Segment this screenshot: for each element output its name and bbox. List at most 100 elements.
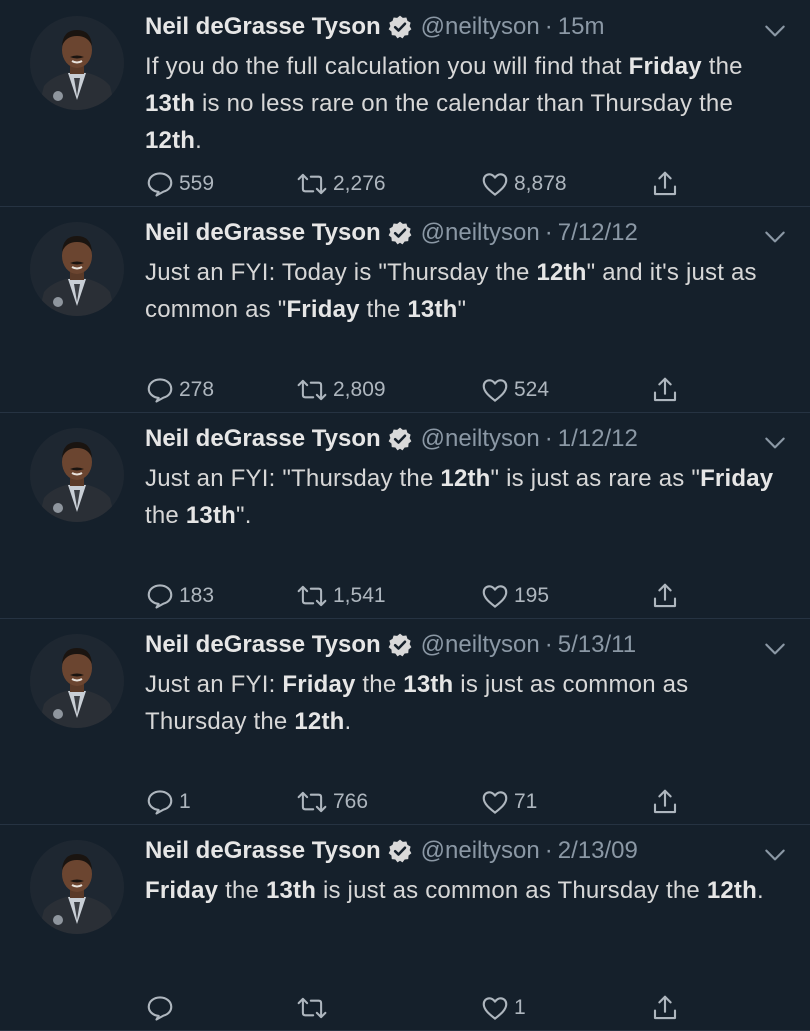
separator-dot: · bbox=[544, 631, 553, 658]
author-handle[interactable]: @neiltyson bbox=[421, 837, 540, 865]
separator-dot: · bbox=[544, 13, 553, 40]
reply-button[interactable]: 559 bbox=[145, 166, 214, 202]
tweet-text-bold: 12th bbox=[145, 127, 196, 154]
like-button[interactable]: 195 bbox=[480, 578, 549, 614]
tweet[interactable]: Neil deGrasse Tyson @neiltyson · 15m If … bbox=[0, 0, 810, 207]
author-name[interactable]: Neil deGrasse Tyson bbox=[145, 631, 381, 659]
share-button[interactable] bbox=[650, 166, 680, 202]
heart-outline-icon bbox=[480, 169, 510, 199]
tweet-timestamp[interactable]: 2/13/09 bbox=[558, 837, 638, 865]
tweet-text-bold: Friday bbox=[145, 877, 219, 904]
like-button[interactable]: 71 bbox=[480, 784, 537, 820]
tweet-text-bold: Friday bbox=[628, 53, 702, 80]
reply-button[interactable]: 1 bbox=[145, 784, 191, 820]
reply-button[interactable]: 278 bbox=[145, 372, 214, 408]
reply-button[interactable]: 183 bbox=[145, 578, 214, 614]
like-button[interactable]: 524 bbox=[480, 372, 549, 408]
tweet-text-segment: Just an FYI: "Thursday the bbox=[145, 465, 441, 492]
avatar[interactable] bbox=[30, 840, 124, 934]
retweet-arrows-icon bbox=[295, 993, 329, 1023]
avatar[interactable] bbox=[30, 428, 124, 522]
tweet-text-bold: 12th bbox=[706, 877, 757, 904]
heart-outline-icon bbox=[480, 787, 510, 817]
like-count: 1 bbox=[514, 996, 526, 1019]
tweet-text-bold: 13th bbox=[407, 296, 458, 323]
tweet-text-segment: is just as common as Thursday the bbox=[316, 877, 707, 904]
upload-arrow-icon bbox=[650, 169, 680, 199]
heart-outline-icon bbox=[480, 581, 510, 611]
tweet-text-segment: the bbox=[359, 296, 408, 323]
share-button[interactable] bbox=[650, 784, 680, 820]
chevron-down-icon[interactable] bbox=[762, 842, 788, 868]
tweet-timestamp[interactable]: 1/12/12 bbox=[558, 425, 638, 453]
tweet[interactable]: Neil deGrasse Tyson @neiltyson · 5/13/11… bbox=[0, 618, 810, 825]
tweet-text-segment: ". bbox=[236, 502, 252, 529]
tweet-header: Neil deGrasse Tyson @neiltyson · 1/12/12 bbox=[145, 422, 638, 456]
retweet-button[interactable]: 2,809 bbox=[295, 372, 386, 408]
tweet[interactable]: Neil deGrasse Tyson @neiltyson · 1/12/12… bbox=[0, 412, 810, 619]
avatar[interactable] bbox=[30, 634, 124, 728]
tweet-timestamp[interactable]: 5/13/11 bbox=[558, 631, 636, 659]
retweet-button[interactable]: 1,541 bbox=[295, 578, 386, 614]
author-name[interactable]: Neil deGrasse Tyson bbox=[145, 425, 381, 453]
like-button[interactable]: 1 bbox=[480, 990, 526, 1026]
reply-count: 559 bbox=[179, 172, 215, 195]
tweet-header: Neil deGrasse Tyson @neiltyson · 2/13/09 bbox=[145, 834, 638, 868]
tweet-text-bold: 12th bbox=[536, 259, 587, 286]
tweet-actions: 1 bbox=[145, 990, 705, 1026]
reply-count: 183 bbox=[179, 584, 215, 607]
author-name[interactable]: Neil deGrasse Tyson bbox=[145, 13, 381, 41]
chevron-down-icon[interactable] bbox=[762, 636, 788, 662]
tweet-text: Just an FYI: "Thursday the 12th" is just… bbox=[145, 460, 775, 534]
avatar[interactable] bbox=[30, 16, 124, 110]
tweet-text-segment: If you do the full calculation you will … bbox=[145, 53, 629, 80]
avatar[interactable] bbox=[30, 222, 124, 316]
chevron-down-icon[interactable] bbox=[762, 430, 788, 456]
retweet-button[interactable]: 2,276 bbox=[295, 166, 386, 202]
share-button[interactable] bbox=[650, 578, 680, 614]
tweet-text-segment: the bbox=[145, 502, 186, 529]
tweet-text-segment: Just an FYI: bbox=[145, 671, 283, 698]
tweet-timestamp[interactable]: 15m bbox=[558, 13, 605, 41]
tweet-text-segment: " is just as rare as " bbox=[490, 465, 701, 492]
author-name[interactable]: Neil deGrasse Tyson bbox=[145, 837, 381, 865]
tweet-text: Friday the 13th is just as common as Thu… bbox=[145, 872, 775, 909]
reply-button[interactable] bbox=[145, 990, 179, 1026]
like-button[interactable]: 8,878 bbox=[480, 166, 567, 202]
heart-outline-icon bbox=[480, 993, 510, 1023]
tweet-header: Neil deGrasse Tyson @neiltyson · 5/13/11 bbox=[145, 628, 636, 662]
tweet-text: Just an FYI: Today is "Thursday the 12th… bbox=[145, 254, 775, 328]
tweet-text-bold: 13th bbox=[403, 671, 454, 698]
tweet-timestamp[interactable]: 7/12/12 bbox=[558, 219, 638, 247]
author-handle[interactable]: @neiltyson bbox=[421, 425, 540, 453]
chevron-down-icon[interactable] bbox=[762, 18, 788, 44]
verified-badge-icon bbox=[387, 14, 413, 40]
tweet-actions: 1 766 71 bbox=[145, 784, 705, 820]
tweet[interactable]: Neil deGrasse Tyson @neiltyson · 2/13/09… bbox=[0, 824, 810, 1031]
share-button[interactable] bbox=[650, 990, 680, 1026]
tweet[interactable]: Neil deGrasse Tyson @neiltyson · 7/12/12… bbox=[0, 206, 810, 413]
author-name[interactable]: Neil deGrasse Tyson bbox=[145, 219, 381, 247]
tweet-text-segment: . bbox=[344, 708, 352, 735]
author-handle[interactable]: @neiltyson bbox=[421, 13, 540, 41]
retweet-arrows-icon bbox=[295, 169, 329, 199]
verified-badge-icon bbox=[387, 838, 413, 864]
separator-dot: · bbox=[544, 837, 553, 864]
like-count: 524 bbox=[514, 378, 550, 401]
retweet-button[interactable] bbox=[295, 990, 333, 1026]
verified-badge-icon bbox=[387, 632, 413, 658]
author-handle[interactable]: @neiltyson bbox=[421, 219, 540, 247]
upload-arrow-icon bbox=[650, 787, 680, 817]
retweet-count: 1,541 bbox=[333, 584, 386, 607]
author-handle[interactable]: @neiltyson bbox=[421, 631, 540, 659]
tweet-text-bold: 13th bbox=[185, 502, 236, 529]
retweet-button[interactable]: 766 bbox=[295, 784, 368, 820]
upload-arrow-icon bbox=[650, 581, 680, 611]
tweet-actions: 278 2,809 524 bbox=[145, 372, 705, 408]
verified-badge-icon bbox=[387, 220, 413, 246]
upload-arrow-icon bbox=[650, 375, 680, 405]
share-button[interactable] bbox=[650, 372, 680, 408]
reply-count: 1 bbox=[179, 790, 191, 813]
tweet-text-bold: Friday bbox=[700, 465, 774, 492]
chevron-down-icon[interactable] bbox=[762, 224, 788, 250]
